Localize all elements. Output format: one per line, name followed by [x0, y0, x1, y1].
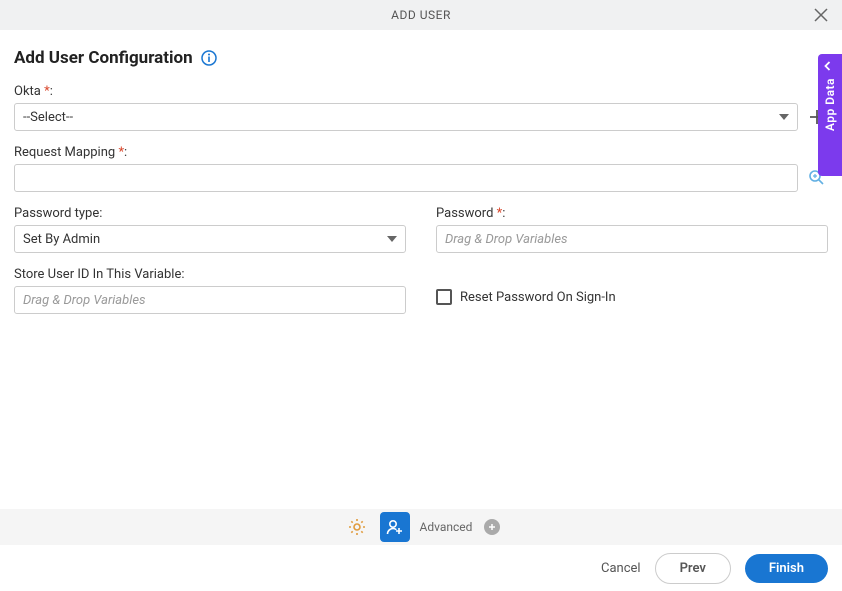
okta-label: Okta *:	[14, 84, 828, 99]
password-type-col: Password type: Set By Admin	[14, 206, 406, 253]
request-mapping-row: Request Mapping *:	[14, 145, 828, 192]
chevron-left-icon	[823, 60, 837, 74]
prev-button[interactable]: Prev	[655, 553, 731, 584]
content-area: Add User Configuration Okta *: --Select-…	[0, 30, 842, 314]
okta-field-row: Okta *: --Select--	[14, 84, 828, 131]
settings-tab-icon[interactable]	[342, 512, 372, 542]
footer: Cancel Prev Finish	[0, 545, 842, 591]
finish-button[interactable]: Finish	[745, 554, 828, 583]
store-userid-col: Store User ID In This Variable:	[14, 267, 406, 314]
reset-password-label: Reset Password On Sign-In	[460, 290, 616, 305]
user-add-tab-icon[interactable]	[380, 512, 410, 542]
store-userid-input[interactable]	[14, 286, 406, 314]
app-data-tab[interactable]: App Data	[818, 54, 842, 176]
info-icon[interactable]	[201, 50, 217, 66]
request-mapping-label: Request Mapping *:	[14, 145, 828, 160]
page-title: Add User Configuration	[14, 48, 193, 68]
password-label: Password *:	[436, 206, 828, 221]
dialog-title: ADD USER	[391, 8, 451, 22]
advanced-expand-icon[interactable]	[484, 519, 500, 535]
password-type-select[interactable]: Set By Admin	[14, 225, 406, 253]
request-mapping-input[interactable]	[14, 164, 798, 192]
dialog-header: ADD USER	[0, 0, 842, 30]
password-input[interactable]	[436, 225, 828, 253]
tab-bar: Advanced	[0, 509, 842, 545]
page-title-row: Add User Configuration	[14, 48, 828, 68]
password-type-label: Password type:	[14, 206, 406, 221]
store-userid-label: Store User ID In This Variable:	[14, 267, 406, 282]
reset-password-col: Reset Password On Sign-In	[436, 267, 828, 314]
app-data-label: App Data	[823, 78, 837, 131]
okta-select[interactable]: --Select--	[14, 103, 798, 131]
cancel-button[interactable]: Cancel	[601, 561, 641, 576]
reset-password-checkbox[interactable]	[436, 289, 452, 305]
advanced-label: Advanced	[420, 520, 473, 534]
close-icon[interactable]	[812, 6, 830, 24]
password-col: Password *:	[436, 206, 828, 253]
